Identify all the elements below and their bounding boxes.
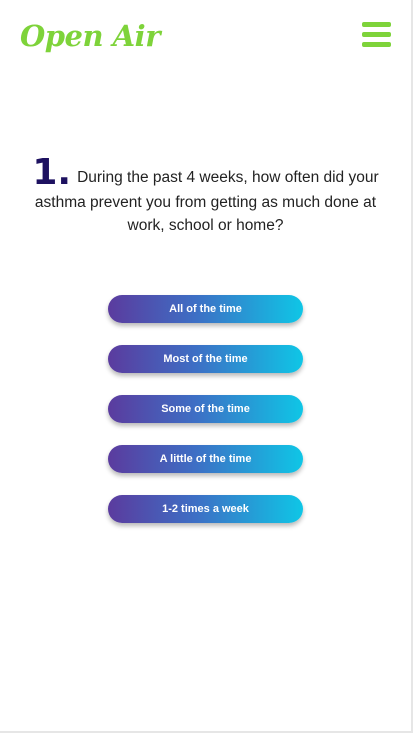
- question-number: 1.: [32, 152, 72, 193]
- answer-button-1-2-times-a-week[interactable]: 1-2 times a week: [108, 495, 303, 523]
- answer-button-some-of-the-time[interactable]: Some of the time: [108, 395, 303, 423]
- answer-button-most-of-the-time[interactable]: Most of the time: [108, 345, 303, 373]
- hamburger-menu-icon[interactable]: [362, 22, 391, 48]
- answer-button-all-of-the-time[interactable]: All of the time: [108, 295, 303, 323]
- menu-bar-top: [362, 22, 391, 27]
- answer-button-a-little-of-the-time[interactable]: A little of the time: [108, 445, 303, 473]
- answer-list: All of the time Most of the time Some of…: [108, 295, 303, 545]
- menu-bar-bottom: [362, 42, 391, 47]
- question-text: During the past 4 weeks, how often did y…: [34, 169, 379, 234]
- menu-bar-middle: [362, 32, 391, 37]
- app-logo[interactable]: Open Air: [20, 17, 160, 55]
- question-block: 1. During the past 4 weeks, how often did…: [30, 155, 381, 237]
- app-header: Open Air: [0, 0, 411, 80]
